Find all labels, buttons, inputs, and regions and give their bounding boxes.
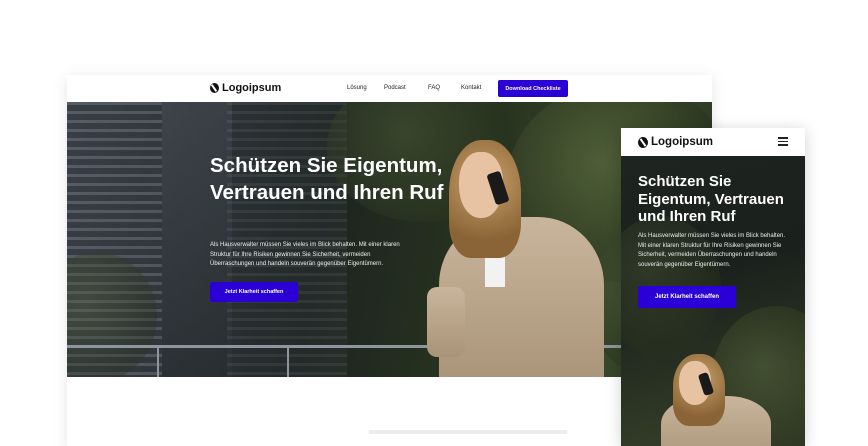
logo-text: Logoipsum bbox=[651, 136, 713, 148]
logo-icon bbox=[638, 136, 648, 148]
hero-cta-button[interactable]: Jetzt Klarheit schaffen bbox=[210, 282, 298, 302]
desktop-navbar: Logoipsum Lösung Podcast FAQ Kontakt Dow… bbox=[67, 75, 712, 102]
mobile-navbar: Logoipsum bbox=[621, 128, 805, 156]
content-placeholder-bar bbox=[369, 430, 567, 434]
hero-description: Als Hausverwalter müssen Sie vieles im B… bbox=[210, 242, 400, 267]
nav-link-loesung[interactable]: Lösung bbox=[347, 85, 367, 91]
mobile-logo[interactable]: Logoipsum bbox=[638, 136, 713, 148]
hero-headline: Schützen Sie Eigentum, Vertrauen und Ihr… bbox=[638, 173, 784, 225]
nav-link-faq[interactable]: FAQ bbox=[428, 85, 440, 91]
desktop-logo[interactable]: Logoipsum bbox=[210, 82, 281, 94]
logo-icon bbox=[210, 83, 219, 93]
nav-link-podcast[interactable]: Podcast bbox=[384, 85, 406, 91]
logo-text: Logoipsum bbox=[222, 82, 282, 94]
mobile-mockup: Logoipsum Schützen Sie Eigentum, Vertrau… bbox=[621, 128, 805, 446]
desktop-mockup: Logoipsum Lösung Podcast FAQ Kontakt Dow… bbox=[67, 75, 712, 446]
hero-cta-button[interactable]: Jetzt Klarheit schaffen bbox=[638, 286, 736, 308]
hero-description: Als Hausverwalter müssen Sie vieles im B… bbox=[638, 233, 786, 268]
hamburger-icon[interactable] bbox=[778, 137, 788, 146]
download-checklist-button[interactable]: Download Checkliste bbox=[498, 80, 568, 97]
hero-headline: Schützen Sie Eigentum, Vertrauen und Ihr… bbox=[210, 154, 444, 204]
nav-link-kontakt[interactable]: Kontakt bbox=[461, 85, 481, 91]
mobile-hero: Schützen Sie Eigentum, Vertrauen und Ihr… bbox=[621, 156, 805, 446]
desktop-hero: Schützen Sie Eigentum, Vertrauen und Ihr… bbox=[67, 102, 712, 377]
